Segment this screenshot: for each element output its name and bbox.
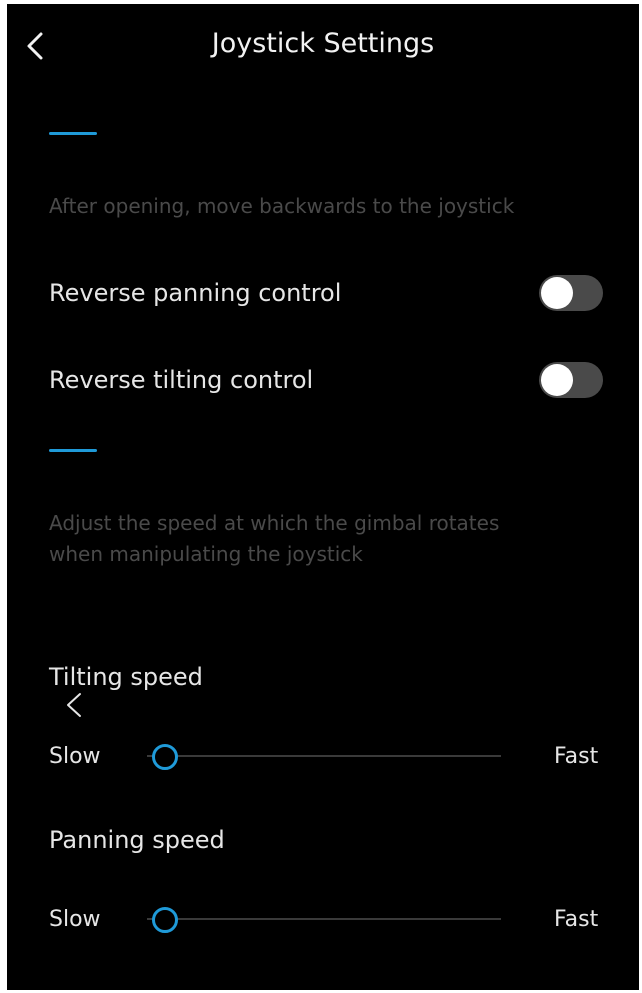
slider-thumb[interactable]	[151, 907, 178, 933]
section-accent-speed	[49, 449, 97, 452]
toggle-knob	[541, 364, 573, 396]
tilting-speed-slider[interactable]	[147, 741, 501, 771]
settings-screen: Joystick Settings After opening, move ba…	[7, 4, 639, 990]
reverse-panning-toggle[interactable]	[539, 275, 603, 311]
tilting-speed-min-label: Slow	[49, 744, 101, 769]
slider-track	[147, 918, 501, 920]
reverse-panning-label: Reverse panning control	[49, 279, 342, 307]
panning-speed-slider[interactable]	[147, 904, 501, 934]
speed-section-description-line1: Adjust the speed at which the gimbal rot…	[49, 511, 500, 535]
panning-speed-min-label: Slow	[49, 907, 101, 932]
toggle-knob	[541, 277, 573, 309]
slider-track	[147, 755, 501, 757]
page-title: Joystick Settings	[211, 28, 435, 59]
panning-speed-label: Panning speed	[49, 826, 225, 854]
reverse-tilting-label: Reverse tilting control	[49, 366, 314, 394]
speed-section-description-line2: when manipulating the joystick	[49, 542, 363, 566]
tilting-speed-max-label: Fast	[554, 744, 599, 769]
reverse-section-description: After opening, move backwards to the joy…	[49, 194, 515, 218]
slider-thumb[interactable]	[151, 744, 178, 770]
chevron-left-icon	[67, 693, 81, 717]
panning-speed-max-label: Fast	[554, 907, 599, 932]
reverse-tilting-toggle[interactable]	[539, 362, 603, 398]
section-accent-reverse	[49, 132, 97, 135]
